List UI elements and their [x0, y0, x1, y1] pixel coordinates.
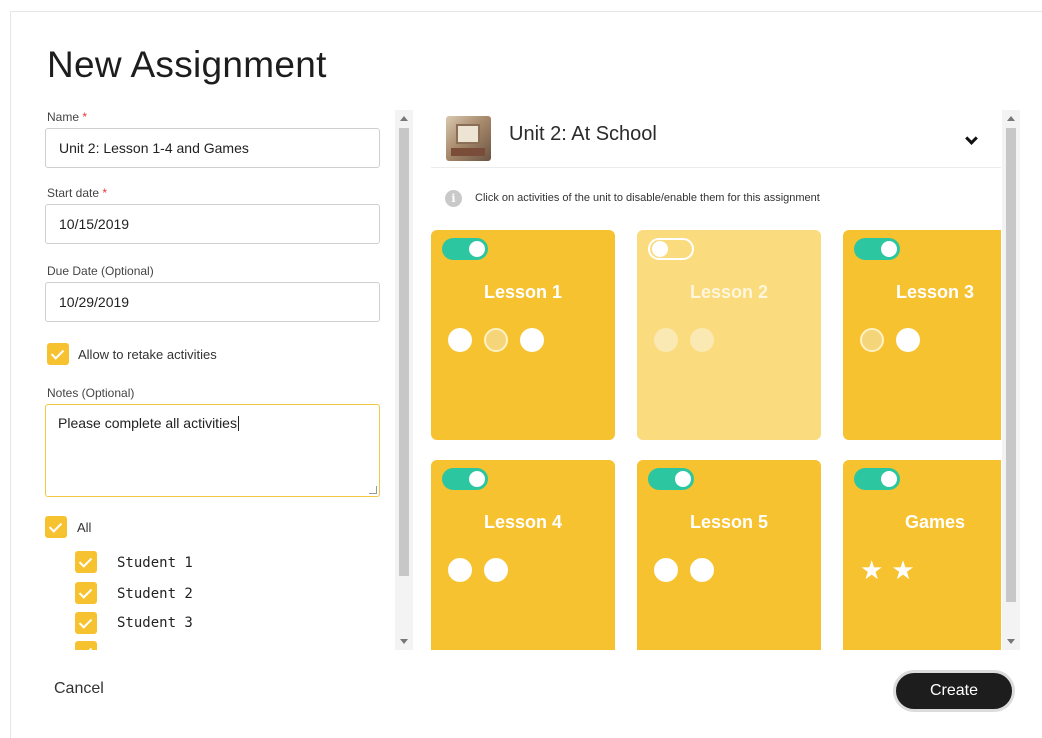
- due-date-label: Due Date (Optional): [47, 264, 154, 278]
- scroll-up-arrow[interactable]: [400, 116, 408, 121]
- games-activities: ★ ★: [860, 555, 915, 585]
- student-3-checkbox[interactable]: [75, 612, 97, 634]
- lesson-4-activities: [448, 558, 508, 582]
- unit-panel: Unit 2: At School i Click on activities …: [431, 110, 1001, 650]
- student-1-checkbox[interactable]: [75, 551, 97, 573]
- activity-dot: [654, 558, 678, 582]
- lesson-1-activities: [448, 328, 544, 352]
- notes-label: Notes (Optional): [47, 386, 135, 400]
- unit-scrollbar[interactable]: [1002, 110, 1020, 650]
- retake-checkbox[interactable]: [47, 343, 69, 365]
- activity-dot: [448, 558, 472, 582]
- activity-dot: [896, 328, 920, 352]
- scroll-thumb[interactable]: [1006, 128, 1016, 602]
- lesson-2-toggle[interactable]: [648, 238, 694, 260]
- activity-dot: [860, 328, 884, 352]
- all-students-label: All: [77, 520, 92, 535]
- lesson-4-toggle[interactable]: [442, 468, 488, 490]
- star-icon: ★: [891, 555, 915, 585]
- lesson-3-title: Lesson 3: [895, 282, 975, 302]
- notes-text: Please complete all activities: [58, 415, 237, 431]
- lesson-card-2[interactable]: Lesson 2: [637, 230, 821, 440]
- chevron-down-icon[interactable]: [965, 132, 978, 145]
- activity-dot: [484, 328, 508, 352]
- start-date-label: Start date *: [47, 186, 108, 200]
- cancel-button[interactable]: Cancel: [54, 680, 104, 698]
- activity-dot: [690, 558, 714, 582]
- scroll-down-arrow[interactable]: [1007, 639, 1015, 644]
- create-button[interactable]: Create: [893, 670, 1015, 712]
- lesson-card-1[interactable]: Lesson 1: [431, 230, 615, 440]
- scroll-up-arrow[interactable]: [1007, 116, 1015, 121]
- resize-grip[interactable]: [369, 486, 377, 494]
- activity-dot: [484, 558, 508, 582]
- name-label: Name *: [47, 110, 88, 124]
- scroll-down-arrow[interactable]: [400, 639, 408, 644]
- unit-thumbnail: [446, 116, 491, 161]
- page-title: New Assignment: [47, 44, 327, 85]
- activity-dot: [690, 328, 714, 352]
- lesson-3-activities: [860, 328, 920, 352]
- activity-dot: [448, 328, 472, 352]
- start-date-input[interactable]: 10/15/2019: [45, 204, 380, 244]
- games-card[interactable]: Games ★ ★: [843, 460, 1001, 650]
- lesson-5-activities: [654, 558, 714, 582]
- scroll-thumb[interactable]: [399, 128, 409, 576]
- student-1-label: Student 1: [117, 555, 193, 571]
- notes-textarea[interactable]: Please complete all activities: [45, 404, 380, 497]
- student-4-checkbox-partial[interactable]: [75, 641, 97, 650]
- form-scrollbar[interactable]: [395, 110, 413, 650]
- lesson-2-title: Lesson 2: [689, 282, 769, 302]
- unit-header[interactable]: Unit 2: At School: [431, 110, 1001, 168]
- name-input[interactable]: Unit 2: Lesson 1-4 and Games: [45, 128, 380, 168]
- list-clip: [40, 650, 390, 660]
- lesson-card-5[interactable]: Lesson 5: [637, 460, 821, 650]
- text-caret: [237, 416, 239, 431]
- lesson-card-3[interactable]: Lesson 3: [843, 230, 1001, 440]
- unit-title: Unit 2: At School: [509, 123, 657, 145]
- lesson-4-title: Lesson 4: [483, 512, 563, 532]
- all-students-checkbox[interactable]: [45, 516, 67, 538]
- activity-dot: [654, 328, 678, 352]
- lesson-1-title: Lesson 1: [483, 282, 563, 302]
- lesson-5-toggle[interactable]: [648, 468, 694, 490]
- info-icon: i: [445, 190, 462, 207]
- student-2-checkbox[interactable]: [75, 582, 97, 604]
- student-3-label: Student 3: [117, 615, 193, 631]
- lesson-2-activities: [654, 328, 714, 352]
- activity-dot: [520, 328, 544, 352]
- lesson-1-toggle[interactable]: [442, 238, 488, 260]
- retake-label: Allow to retake activities: [78, 347, 217, 362]
- lesson-3-toggle[interactable]: [854, 238, 900, 260]
- info-text: Click on activities of the unit to disab…: [475, 192, 820, 204]
- star-icon: ★: [860, 555, 884, 585]
- games-toggle[interactable]: [854, 468, 900, 490]
- due-date-input[interactable]: 10/29/2019: [45, 282, 380, 322]
- student-2-label: Student 2: [117, 586, 193, 602]
- lesson-5-title: Lesson 5: [689, 512, 769, 532]
- lesson-card-4[interactable]: Lesson 4: [431, 460, 615, 650]
- games-title: Games: [904, 512, 966, 532]
